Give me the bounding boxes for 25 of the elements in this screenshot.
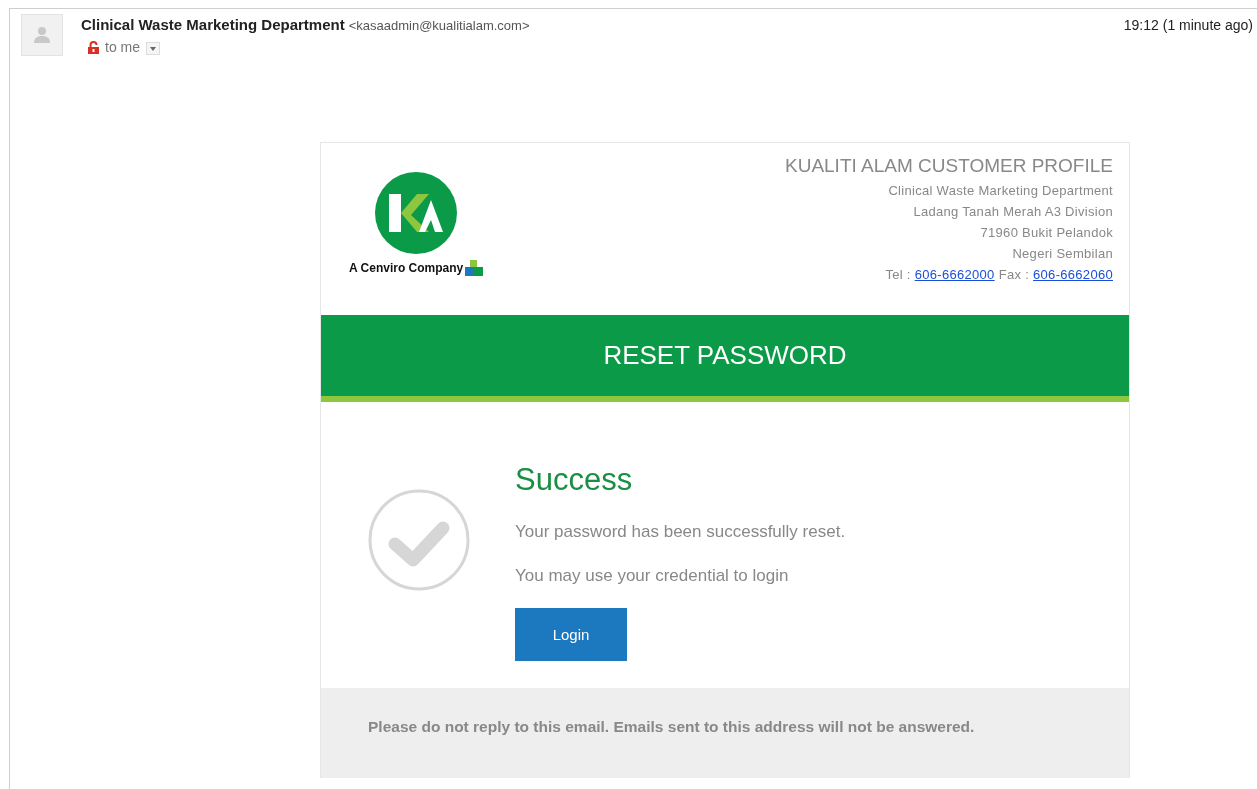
person-icon [33,26,51,44]
caret-icon [150,46,156,51]
address-line: Ladang Tanah Merah A3 Division [913,204,1113,219]
fax-link[interactable]: 606-6662060 [1033,267,1113,282]
success-heading: Success [515,462,634,498]
header-title: KUALITI ALAM CUSTOMER PROFILE [785,155,1113,177]
footer-note: Please do not reply to this email. Emails sent to this address will not be answered. [368,718,975,735]
address-line: 71960 Bukit Pelandok [980,225,1113,240]
address-line: Negeri Sembilan [1012,246,1113,261]
details-dropdown[interactable] [146,42,160,55]
sender-name: Clinical Waste Marketing Department [81,16,345,33]
recipient-label: to me [105,39,140,55]
message-text: Your password has been successfully reset. [515,522,846,542]
sender-email: <kasaadmin@kualitialam.com> [348,18,530,33]
checkmark-icon [367,488,471,592]
logo-mark-icon [465,260,484,276]
message-time: 19:12 (1 minute ago) [1123,17,1253,33]
fax-label: Fax : [998,267,1030,282]
banner: RESET PASSWORD [321,315,1129,402]
tel-label: Tel : [885,267,911,282]
phone-link[interactable]: 606-6662000 [914,267,995,282]
address-line: Clinical Waste Marketing Department [888,183,1113,198]
login-button[interactable]: Login [515,608,627,661]
logo-caption: A Cenviro Company [349,261,464,275]
message-text: You may use your credential to login [515,566,790,586]
